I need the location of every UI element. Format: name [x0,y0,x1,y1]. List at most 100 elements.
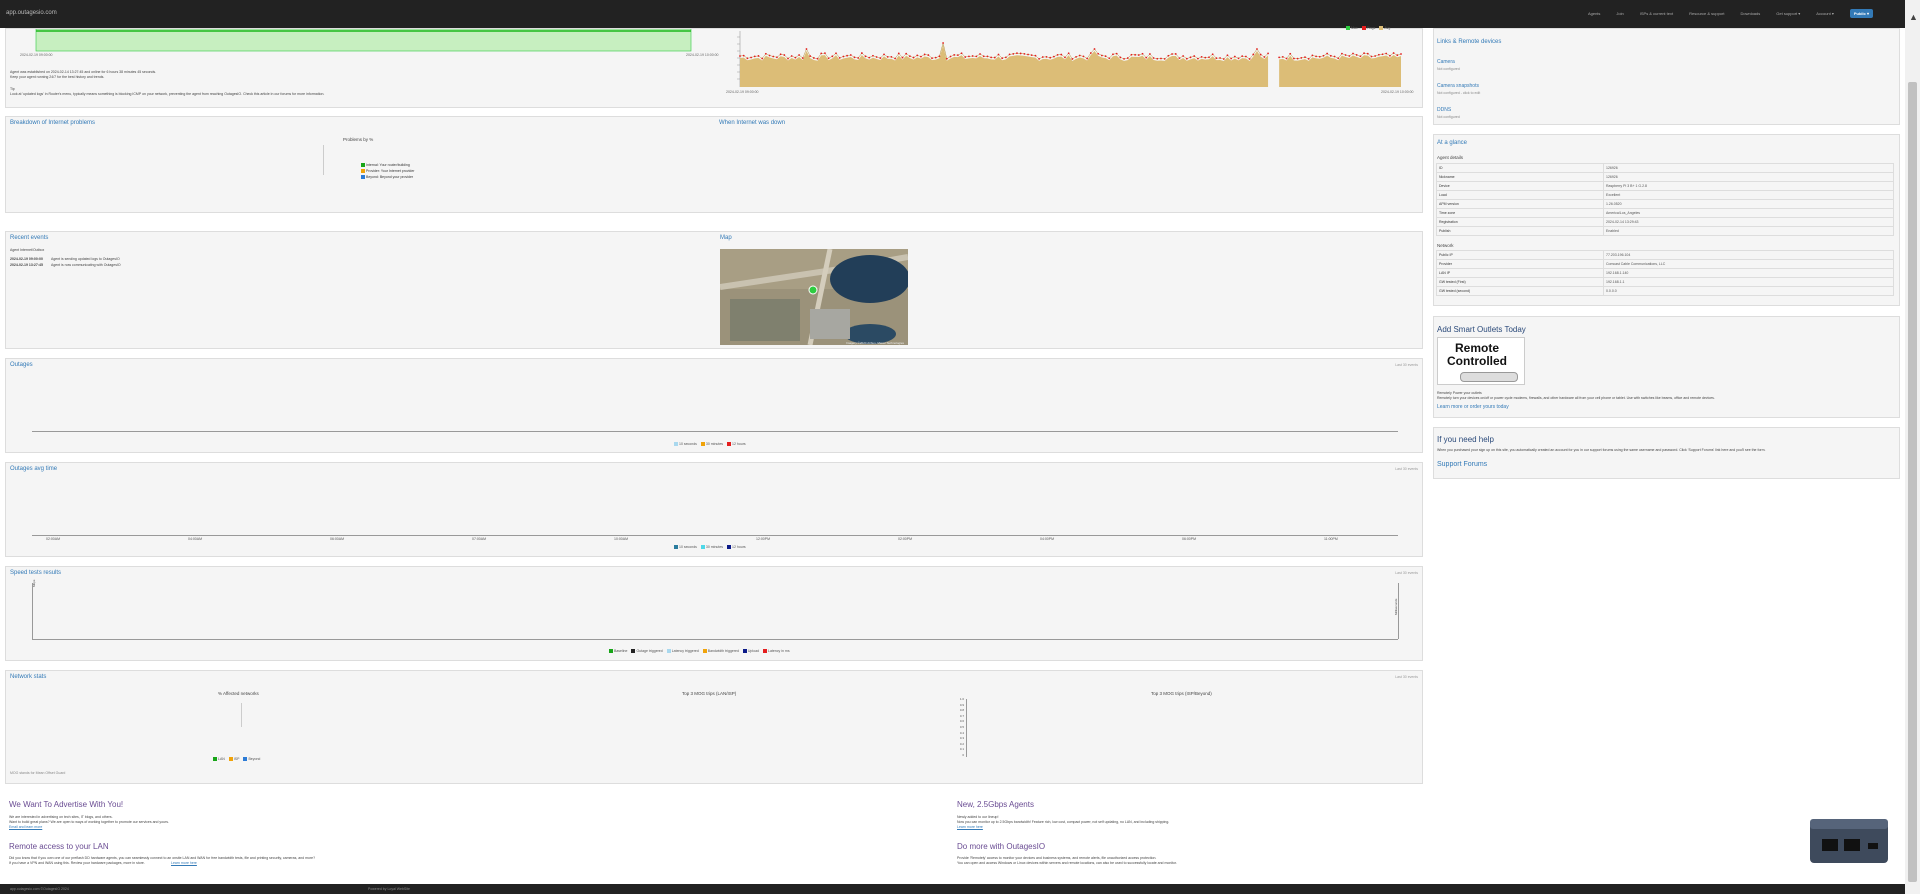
outages-axis [32,431,1398,432]
nav-account[interactable]: Account ▾ [1816,11,1834,18]
ping-point [968,55,970,58]
speed-axis-right [1398,583,1399,639]
ping-point [1233,55,1236,58]
ping-point [849,54,852,56]
ping-point [1193,55,1196,57]
events-heading: Agent Internet/Outbox [10,248,45,252]
ping-point [1178,57,1181,60]
ad-agents-link[interactable]: Learn more here [957,825,983,829]
legend-latency-ms: Latency in ms [768,649,790,653]
smart-outlets-text2: Remotely turn your devices on/off or pow… [1437,396,1715,400]
affected-pie-divider [241,703,242,727]
breakdown-panel: Breakdown of Internet problems Problems … [5,116,1423,213]
legend-outage-triggered: Outage triggered [636,649,663,653]
legend-10s: 10 seconds [679,442,697,446]
ping-point [945,57,948,60]
mog-tick-label: 0.1 [959,747,964,752]
link-ddns[interactable]: DDNS [1437,107,1451,113]
ad-agents-title: New, 2.5Gbps Agents [957,800,1034,809]
ping-point [1185,57,1188,60]
events-map-panel: Recent events Agent Internet/Outbox 2024… [5,231,1423,349]
top-navbar: app.outagesio.com Agents Join ISPs & cur… [0,0,1905,28]
ping-point [764,52,767,55]
problems-chart-title: Problems by % [343,137,374,142]
ad-agents-l2: Now you can monitor up to 2.5Gbps bandwi… [957,820,1170,824]
links-title: Links & Remote devices [1437,39,1502,45]
table-row: Nickname 126926 [1436,172,1894,182]
ping-point [857,57,860,59]
ping-point [1315,55,1317,58]
ping-point [1363,52,1365,55]
agent-established-text: Agent was established on 2024-02-14 13:2… [10,70,157,74]
ping-point [853,56,856,59]
map-marker-icon[interactable] [808,285,818,295]
remote-controlled-logo[interactable]: Remote Controlled [1437,337,1525,385]
mog-tick-label: 0.6 [959,719,964,724]
ping-point [1256,48,1258,50]
ping-point [1281,55,1284,58]
ping-point [931,57,933,60]
table-row: Time zone America/Los_Angeles [1436,208,1894,218]
ping-point [809,55,812,57]
satellite-map[interactable] [720,249,908,345]
ping-point [1145,56,1148,59]
ping-point [790,55,793,57]
ping-point [1060,53,1063,56]
nav-isps[interactable]: ISPs & current text [1640,11,1673,18]
public-button[interactable]: Public ▾ [1849,9,1873,18]
ping-point [1322,54,1325,57]
outages-panel: Outages Last 30 events 10 seconds 30 min… [5,358,1423,453]
affected-legend: LAN ISP Beyond [213,757,260,762]
brand-link[interactable]: app.outagesio.com [6,10,57,16]
scroll-up-icon[interactable]: ▲ [1909,12,1918,22]
page-scrollbar[interactable]: ▲ [1905,0,1920,894]
link-camera[interactable]: Camera [1437,59,1455,65]
nav-resources[interactable]: Resource & support [1689,11,1724,18]
ping-point [1012,52,1015,55]
link-camera-snapshots[interactable]: Camera snapshots [1437,83,1479,89]
ping-point [1341,52,1343,55]
ping-point [1352,52,1354,55]
ping-start-tick: 2024-02-19 09:00:00 [726,90,759,94]
ping-point [1148,53,1151,55]
table-row: GW tested (First) 192.168.1.1 [1436,277,1894,287]
ad-advertise-link[interactable]: Email and learn more [9,825,42,829]
outages-title: Outages [10,362,33,368]
uptime-start-tick: 2024-02-19 09:00:00 [20,53,53,57]
ping-point [1071,58,1074,60]
smart-outlets-link[interactable]: Learn more or order yours today [1437,404,1509,410]
ping-area-1-line [739,42,1269,60]
ping-point [872,54,874,57]
ping-point [916,54,919,57]
nav-join[interactable]: Join [1616,11,1623,18]
scroll-thumb[interactable] [1908,82,1917,882]
avg-legend-12h: 12 hours [732,545,746,549]
smart-outlets-panel: Add Smart Outlets Today Remote Controlle… [1433,316,1900,418]
ping-point [927,54,930,56]
table-row: Publish Enabled [1436,226,1894,236]
network-stats-range: Last 30 events [1395,675,1418,679]
ping-point [1097,52,1100,55]
map-title: Map [720,235,732,241]
footer-powered: Powered by Loyal WebSite [368,887,410,891]
ad-remote-link[interactable]: Learn more here [171,861,197,865]
ad-remote-title: Remote access to your LAN [9,842,109,851]
ping-point [1004,56,1007,59]
axis-tick-label: 12:00PM [756,537,771,541]
legend-lan: LAN [218,757,225,761]
ping-point [1052,55,1055,58]
support-forums-link[interactable]: Support Forums [1437,461,1487,468]
ping-point [1355,54,1358,56]
network-stats-panel: Network stats Last 30 events % Affected … [5,670,1423,784]
outages-avg-panel: Outages avg time Last 30 events 02:00AM 0… [5,462,1423,557]
nav-support[interactable]: Get support ▾ [1776,11,1800,18]
ping-point [1067,52,1070,55]
legend-provider: Provider: Your Internet provider [366,169,415,173]
outlet-strip-icon [1460,372,1518,382]
nav-downloads[interactable]: Downloads [1740,11,1760,18]
ping-point [1156,57,1159,60]
remote-controlled-logo-text: Remote Controlled [1447,341,1507,368]
ping-point [1337,57,1340,60]
nav-agents[interactable]: Agents [1588,11,1600,18]
device-port-3 [1868,843,1878,849]
